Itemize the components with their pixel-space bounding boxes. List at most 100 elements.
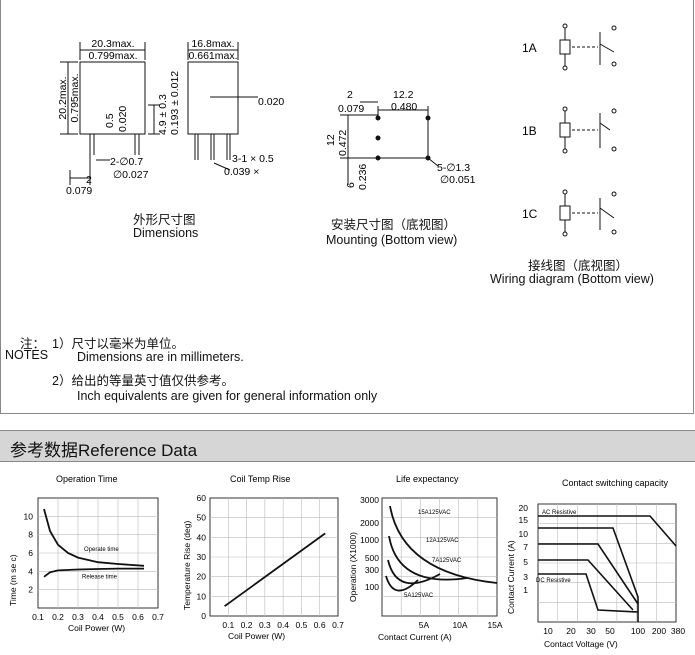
op-time-x-tick: 0.6	[132, 612, 144, 622]
temp-rise-y-tick: 0	[201, 611, 206, 621]
side-pins-mm: 3-1 × 0.5	[232, 153, 274, 165]
mount-v2-in: 0.236	[357, 164, 369, 190]
life-xlabel: Contact Current (A)	[378, 632, 452, 642]
mount-v2: 6	[345, 182, 357, 188]
temp-rise-x-tick: 0.7	[332, 620, 344, 630]
reference-charts: Operation Time 0.1 0.2 0.3 0.4 0.5 0.6 0.7 2 4 6 8 1…	[8, 474, 685, 649]
life-curve-label: 5A125VAC	[404, 593, 434, 599]
wiring-drawing: 1A 1B 1C	[522, 23, 617, 237]
op-time-y-tick: 4	[28, 566, 33, 576]
switching-y-tick: 7	[523, 542, 528, 552]
temp-rise-series-line	[224, 532, 326, 607]
life-curve-label: 15A125VAC	[418, 510, 451, 516]
switching-dc-label: DC Resistive	[536, 578, 571, 584]
pin-height-mm: 0.5	[104, 113, 116, 128]
life-x-tick: 15A	[487, 620, 502, 630]
op-time-series-operate	[43, 508, 145, 567]
mount-d2-in: 0.480	[391, 101, 417, 113]
body-height-mm: 4.9 ± 0.3	[157, 94, 169, 135]
op-time-series-label: Release time	[82, 574, 118, 580]
op-time-title: Operation Time	[56, 474, 118, 484]
mount-holes: 5-∅1.3	[437, 162, 470, 174]
switching-x-tick: 20	[566, 626, 576, 636]
switching-ylabel: Contact Current (A)	[506, 540, 516, 614]
op-time-y-tick: 6	[28, 548, 33, 558]
op-time-xlabel: Coil Power (W)	[68, 623, 125, 633]
temp-rise-y-tick: 40	[197, 532, 207, 542]
life-y-tick: 300	[365, 565, 379, 575]
op-time-x-tick: 0.5	[112, 612, 124, 622]
life-x-tick: 5A	[419, 620, 430, 630]
switching-envelope-2	[538, 527, 639, 622]
life-y-tick: 3000	[360, 495, 379, 505]
switching-y-tick: 5	[523, 557, 528, 567]
switching-y-tick: 3	[523, 572, 528, 582]
side-body	[187, 61, 239, 135]
mount-d2: 12.2	[393, 89, 414, 101]
switching-y-tick: 20	[519, 503, 529, 513]
front-height-mm: 20.2max.	[57, 76, 69, 119]
front-width-in: 0.799max.	[88, 50, 137, 62]
reference-data-title: 参考数据Reference Data	[10, 441, 198, 460]
switching-x-tick: 30	[586, 626, 596, 636]
note-2-en: Inch equivalents are given for general i…	[77, 389, 378, 403]
temp-rise-x-tick: 0.6	[314, 620, 326, 630]
temp-rise-title: Coil Temp Rise	[230, 474, 290, 484]
note-1-en: Dimensions are in millimeters.	[77, 350, 244, 364]
temp-rise-y-tick: 60	[197, 493, 207, 503]
wiring-label-1c: 1C	[522, 207, 538, 221]
temp-rise-x-tick: 0.4	[277, 620, 289, 630]
temp-rise-xlabel: Coil Power (W)	[228, 631, 285, 641]
notes-label-en: NOTES	[5, 348, 49, 362]
life-curve-label: 7A125VAC	[432, 558, 462, 564]
front-height-in: 0.795max.	[69, 73, 81, 122]
temp-rise-y-tick: 30	[197, 552, 207, 562]
mounting-drawing: 2 0.079 12.2 0.480 12 0.472 6 0.236 5-∅1…	[325, 89, 476, 190]
switching-title: Contact switching capacity	[562, 478, 669, 488]
wiring-label-1b: 1B	[522, 124, 537, 138]
temp-rise-x-tick: 0.5	[296, 620, 308, 630]
mount-d1-in: 0.079	[338, 103, 364, 115]
temp-rise-y-tick: 50	[197, 513, 207, 523]
side-width-mm: 16.8max.	[191, 38, 234, 50]
mounting-caption-cn: 安装尺寸图（底视图）	[331, 218, 457, 232]
op-time-x-tick: 0.1	[32, 612, 44, 622]
note-2-cn: 2）给出的等量英寸值仅供参考。	[52, 374, 234, 388]
pin-height-in: 0.020	[117, 106, 129, 132]
life-y-tick: 2000	[360, 518, 379, 528]
op-time-y-tick: 10	[24, 511, 34, 521]
op-time-y-tick: 8	[28, 530, 33, 540]
wiring-label-1a: 1A	[522, 41, 537, 55]
switching-x-tick: 10	[543, 626, 553, 636]
op-time-x-tick: 0.7	[152, 612, 164, 622]
mount-d1: 2	[347, 89, 353, 101]
reference-data-header: 参考数据Reference Data	[0, 430, 695, 462]
switching-xlabel: Contact Voltage (V)	[544, 639, 618, 649]
pitch-in: 0.079	[66, 185, 92, 197]
switching-y-tick: 10	[519, 529, 529, 539]
op-time-x-tick: 0.3	[72, 612, 84, 622]
life-y-tick: 100	[365, 582, 379, 592]
switching-y-tick: 15	[519, 515, 529, 525]
switching-y-tick: 1	[523, 585, 528, 595]
side-pins-in: 0.039 ×	[224, 166, 259, 178]
op-time-y-tick: 2	[28, 585, 33, 595]
dimensions-caption-en: Dimensions	[133, 226, 199, 240]
op-time-ylabel: Time (m se c)	[8, 554, 18, 606]
life-x-tick: 10A	[452, 620, 467, 630]
life-y-tick: 500	[365, 553, 379, 563]
switching-x-tick: 100	[631, 626, 645, 636]
mounting-caption-en: Mounting (Bottom view)	[326, 233, 458, 247]
op-time-x-tick: 0.2	[52, 612, 64, 622]
switching-x-tick: 200	[652, 626, 666, 636]
life-y-tick: 1000	[360, 535, 379, 545]
wiring-caption-en: Wiring diagram (Bottom view)	[490, 272, 654, 286]
temp-rise-y-tick: 20	[197, 572, 207, 582]
temp-rise-y-tick: 10	[197, 591, 207, 601]
body-height-in: 0.193 ± 0.012	[169, 71, 181, 135]
switching-x-tick: 380	[671, 626, 685, 636]
life-curve-4	[385, 575, 419, 592]
pin-diameter-in: ∅0.027	[113, 169, 149, 181]
switching-ac-label: AC Resistive	[542, 510, 577, 516]
temp-rise-ylabel: Temperature Rise (deg)	[182, 521, 192, 610]
